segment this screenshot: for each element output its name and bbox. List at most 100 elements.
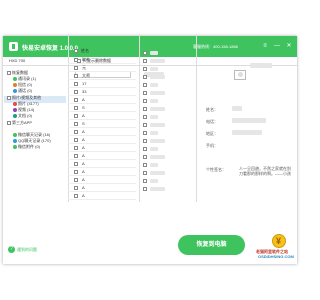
list-item[interactable]	[143, 114, 189, 120]
row-label: A	[82, 97, 85, 102]
row-checkbox[interactable]	[143, 51, 147, 55]
tree-label: 第三方APP	[12, 120, 33, 125]
table-row[interactable]: A	[68, 144, 136, 152]
row-checkbox[interactable]	[143, 107, 147, 111]
row-checkbox[interactable]	[74, 74, 78, 78]
list-item[interactable]	[143, 162, 189, 168]
table-row[interactable]: 联系	[68, 56, 136, 64]
table-row[interactable]: A	[68, 184, 136, 192]
tree-item-third-party[interactable]: 第三方APP	[7, 120, 32, 125]
list-item[interactable]	[143, 186, 189, 192]
table-row[interactable]: A	[68, 152, 136, 160]
row-checkbox[interactable]	[143, 171, 147, 175]
row-checkbox[interactable]	[143, 187, 147, 191]
table-row[interactable]: A	[68, 96, 136, 104]
phone-value-blurred	[232, 118, 266, 123]
table-row[interactable]: 17	[68, 80, 136, 88]
table-row[interactable]: A	[68, 192, 136, 200]
list-item[interactable]	[143, 106, 189, 112]
row-label: A	[82, 161, 85, 166]
tree-item-photos[interactable]: 照片 (4177)	[13, 101, 39, 106]
row-checkbox[interactable]	[74, 130, 78, 134]
table-row[interactable]: A	[68, 176, 136, 184]
tree-item-wechat-attach[interactable]: 微信附件 (0)	[13, 144, 40, 149]
table-row[interactable]: S	[68, 104, 136, 112]
list-item[interactable]	[143, 50, 189, 56]
row-checkbox[interactable]	[74, 90, 78, 94]
list-item[interactable]	[143, 138, 189, 144]
row-checkbox[interactable]	[74, 162, 78, 166]
table-row[interactable]: 大师	[68, 72, 136, 80]
list-item[interactable]	[143, 178, 189, 184]
row-checkbox[interactable]	[143, 163, 147, 167]
row-checkbox[interactable]	[143, 139, 147, 143]
row-checkbox[interactable]	[74, 122, 78, 126]
table-row[interactable]: A	[68, 168, 136, 176]
tree-item-sms[interactable]: 短信 (0)	[13, 82, 32, 87]
list-item[interactable]	[143, 98, 189, 104]
tree-item-calls[interactable]: 通话 (0)	[13, 88, 32, 93]
row-checkbox[interactable]	[143, 147, 147, 151]
tree-item-qq[interactable]: QQ聊天记录 (170)	[13, 138, 51, 143]
help-icon[interactable]: ?	[8, 246, 15, 253]
row-checkbox[interactable]	[74, 114, 78, 118]
table-row[interactable]: S	[68, 120, 136, 128]
row-checkbox[interactable]	[74, 194, 78, 198]
row-checkbox[interactable]	[143, 91, 147, 95]
blurred-text	[150, 51, 158, 55]
list-item[interactable]	[143, 130, 189, 136]
row-checkbox[interactable]	[74, 146, 78, 150]
row-checkbox[interactable]	[74, 178, 78, 182]
recover-to-pc-button[interactable]: 恢复到电脑	[178, 235, 245, 255]
row-label: 元	[82, 65, 86, 70]
row-checkbox[interactable]	[143, 115, 147, 119]
tree-checkbox[interactable]	[7, 95, 11, 100]
row-checkbox[interactable]	[143, 59, 147, 63]
list-item[interactable]	[143, 146, 189, 152]
phone-label: 电话：	[206, 119, 218, 124]
tree-label: 文档 (0)	[18, 113, 32, 118]
row-checkbox[interactable]	[74, 82, 78, 86]
row-checkbox[interactable]	[143, 99, 147, 103]
row-checkbox[interactable]	[74, 106, 78, 110]
tree-item-media[interactable]: 照片/视频及其他	[7, 95, 41, 100]
table-row[interactable]: A	[68, 136, 136, 144]
row-checkbox[interactable]	[74, 98, 78, 102]
row-checkbox[interactable]	[143, 83, 147, 87]
select-all-checkbox[interactable]	[74, 49, 78, 53]
row-checkbox[interactable]	[143, 75, 147, 79]
row-checkbox[interactable]	[143, 123, 147, 127]
blurred-text	[150, 131, 158, 135]
tree-item-docs[interactable]: 文档 (0)	[13, 113, 32, 118]
row-checkbox[interactable]	[74, 186, 78, 190]
row-checkbox[interactable]	[74, 154, 78, 158]
table-row[interactable]: 元	[68, 64, 136, 72]
list-item[interactable]	[143, 170, 189, 176]
table-row[interactable]: A	[68, 160, 136, 168]
row-checkbox[interactable]	[74, 66, 78, 70]
tree-item-wechat[interactable]: 微信聊天记录 (16)	[13, 132, 50, 137]
list-item[interactable]	[143, 74, 189, 80]
list-item[interactable]	[143, 58, 189, 64]
table-row[interactable]: A	[68, 112, 136, 120]
row-checkbox[interactable]	[74, 138, 78, 142]
list-item[interactable]	[143, 82, 189, 88]
row-checkbox[interactable]	[74, 170, 78, 174]
tree-checkbox[interactable]	[7, 70, 11, 75]
list-item[interactable]	[143, 90, 189, 96]
table-row[interactable]: 33	[68, 88, 136, 96]
list-item[interactable]	[143, 122, 189, 128]
row-checkbox[interactable]	[143, 131, 147, 135]
tree-item-videos[interactable]: 视频 (14)	[13, 107, 34, 112]
row-checkbox[interactable]	[143, 155, 147, 159]
help-link[interactable]: 遇到的问题	[17, 247, 37, 253]
list-item[interactable]	[143, 154, 189, 160]
tree-item-recover-data[interactable]: 恢复数据	[7, 70, 28, 75]
table-row[interactable]: A	[68, 128, 136, 136]
list-item[interactable]	[143, 66, 189, 72]
tree-item-contacts[interactable]: 通讯录 (1)	[13, 76, 36, 81]
row-checkbox[interactable]	[143, 67, 147, 71]
row-checkbox[interactable]	[74, 58, 78, 62]
row-checkbox[interactable]	[143, 179, 147, 183]
tree-checkbox[interactable]	[7, 120, 11, 125]
